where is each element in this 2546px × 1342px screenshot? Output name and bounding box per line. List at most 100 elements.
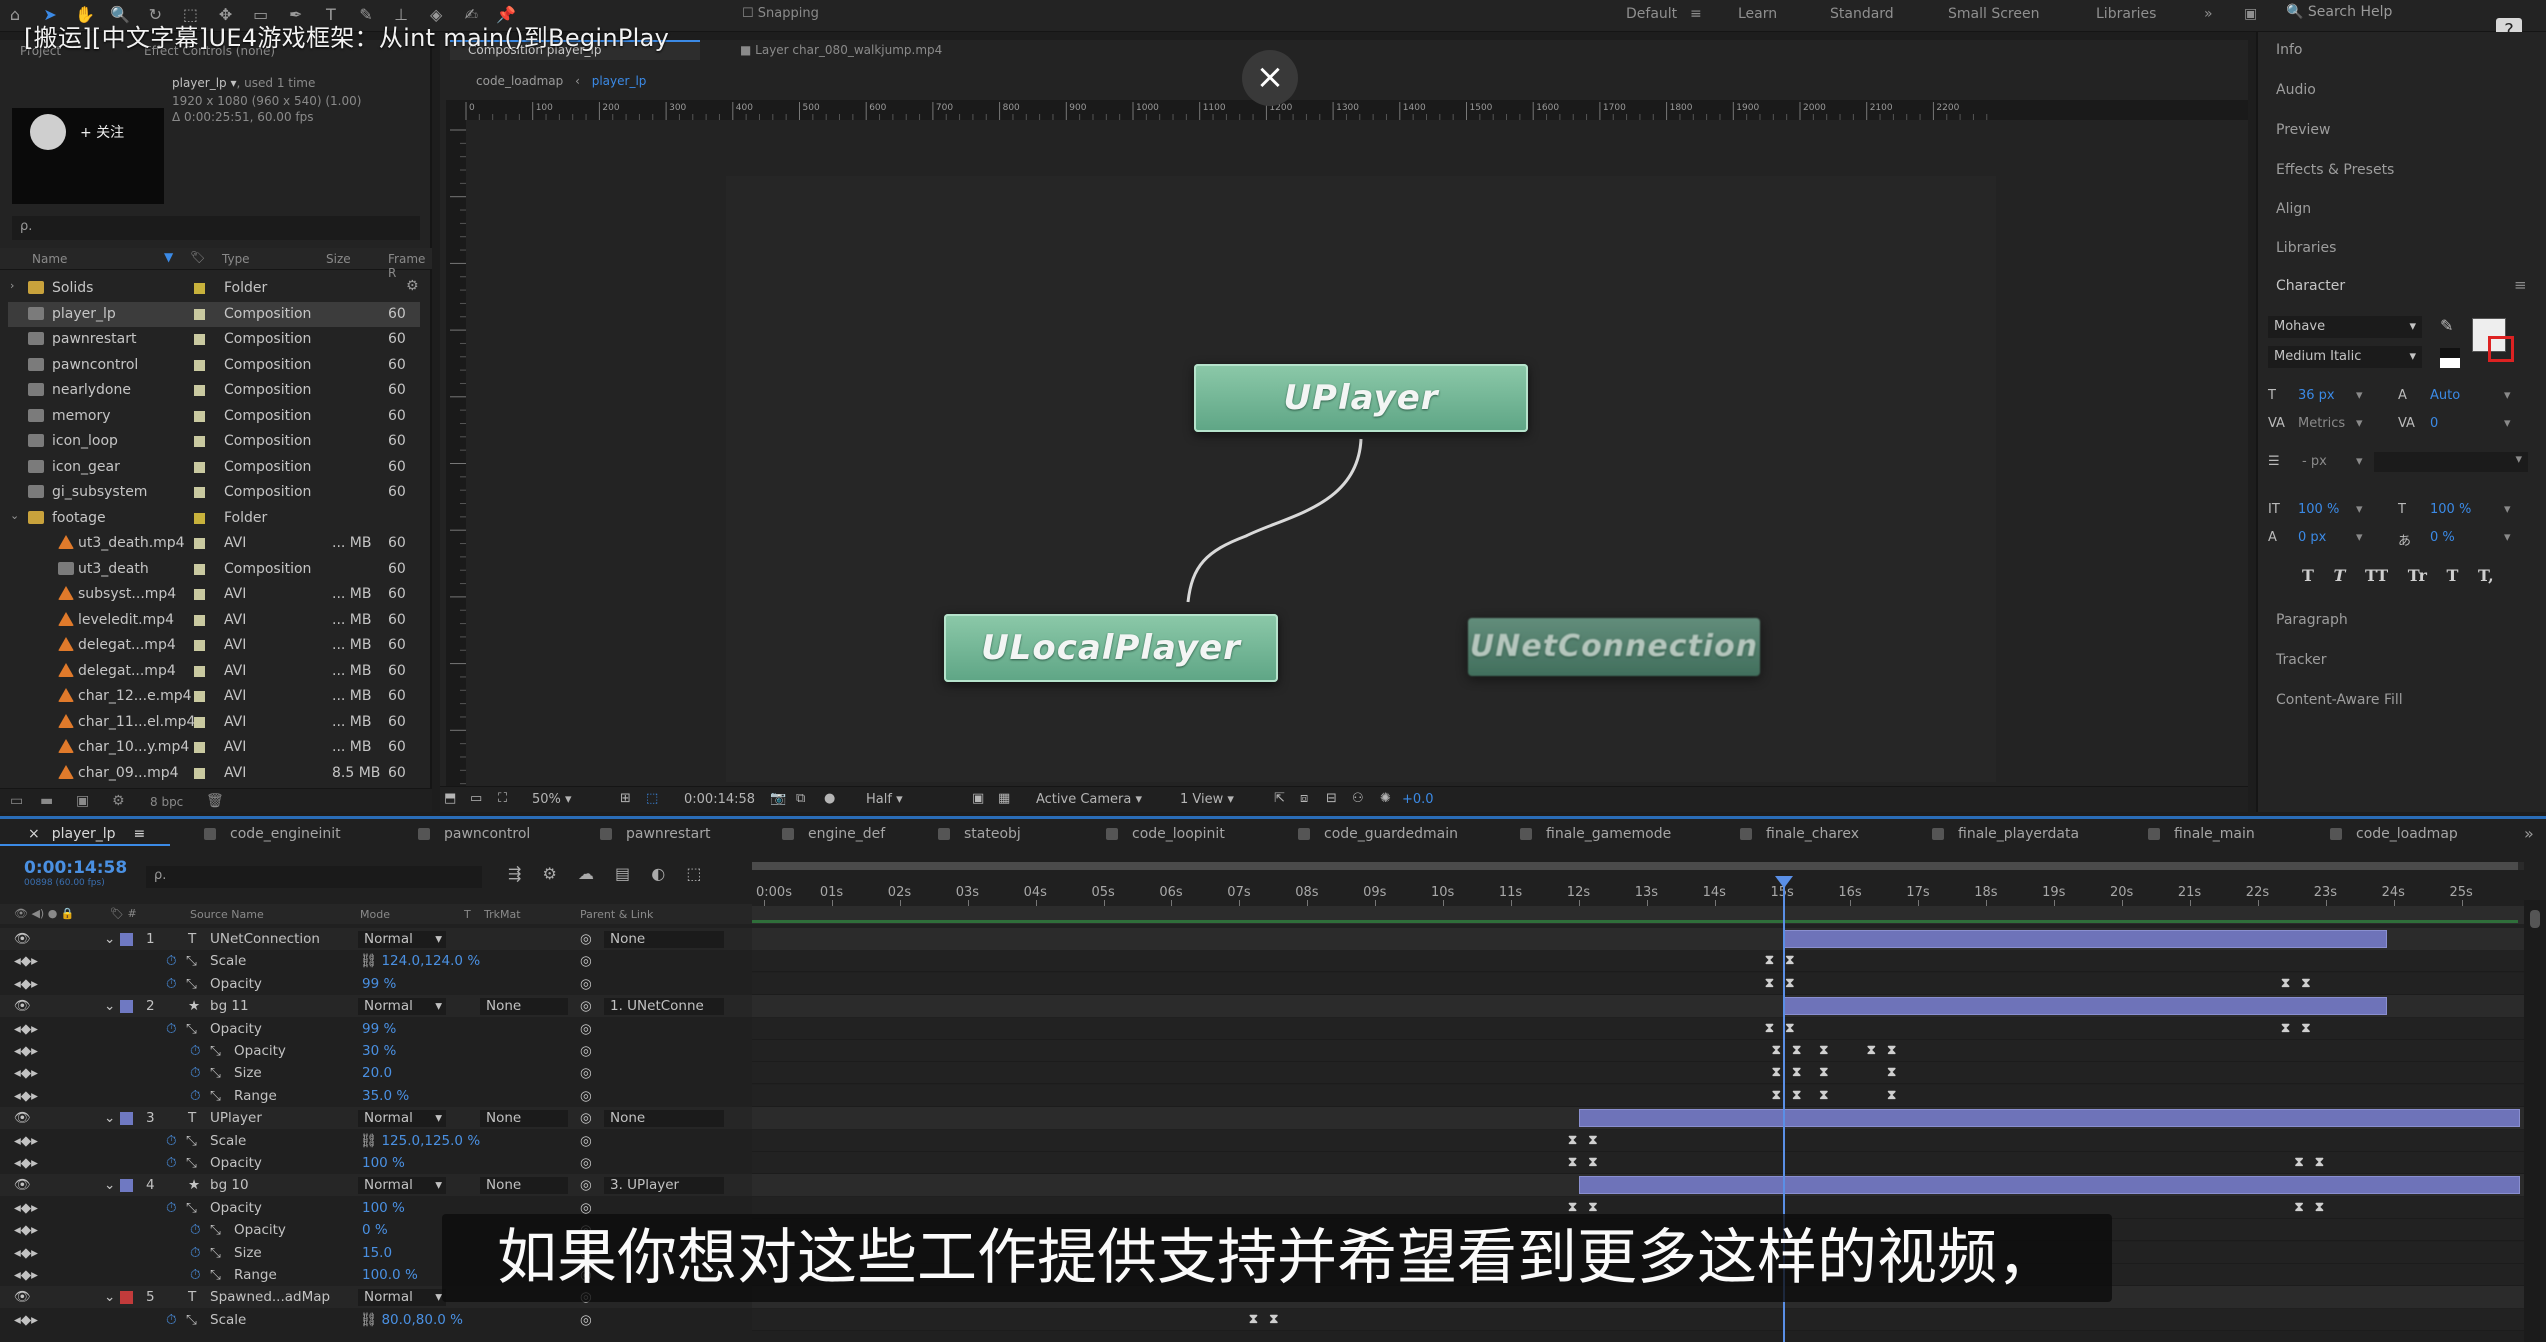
tab-code-loadmap[interactable]: code_loadmap <box>2330 826 2458 842</box>
stopwatch-icon[interactable]: ⏱ <box>166 1155 177 1171</box>
font-family-select[interactable]: Mohave ▾ <box>2268 316 2422 338</box>
project-item[interactable]: char_11...el.mp4 AVI ... MB 60 <box>8 710 420 735</box>
close-tab-icon[interactable]: × <box>28 826 40 842</box>
node-ulocalplayer[interactable]: ULocalPlayer <box>944 614 1278 682</box>
blend-mode-select[interactable]: Normal ▾ <box>358 998 446 1016</box>
layer-duration-bar[interactable] <box>1578 1176 2520 1195</box>
project-item[interactable]: › Solids Folder <box>8 276 420 301</box>
layer-name[interactable]: UPlayer <box>210 1110 262 1126</box>
graph-toggle-icon[interactable]: ⤡ <box>186 1200 197 1216</box>
timeline-timecode[interactable]: 0:00:14:58 <box>24 858 127 878</box>
col-name[interactable]: Name <box>32 252 67 266</box>
layer-label-swatch[interactable] <box>120 933 133 946</box>
project-item[interactable]: gi_subsystem Composition 60 <box>8 480 420 505</box>
keyframe[interactable]: ⧗ <box>1785 953 1794 968</box>
panel-tracker[interactable]: Tracker <box>2276 652 2327 668</box>
parent-pickwhip-icon[interactable]: ◎ <box>580 931 592 947</box>
label-color-swatch[interactable] <box>194 512 205 524</box>
keyframe[interactable]: ⧗ <box>1867 1043 1876 1058</box>
keyframe[interactable]: ⧗ <box>1568 1200 1577 1215</box>
frame-blending-icon[interactable]: ▤ <box>615 864 630 883</box>
property-value[interactable]: 100 % <box>362 1155 405 1171</box>
project-item[interactable]: char_09...mp4 AVI 8.5 MB 60 <box>8 761 420 786</box>
layer-duration-bar[interactable] <box>1578 1109 2520 1128</box>
graph-toggle-icon[interactable]: ⤡ <box>210 1043 221 1059</box>
fast-preview-icon[interactable]: ⧈ <box>1300 791 1308 806</box>
toggle-pixel-aspect-icon[interactable]: ⇱ <box>1274 791 1285 806</box>
keyframe[interactable]: ⧗ <box>1765 953 1774 968</box>
property-value[interactable]: ⛓ 124.0,124.0 % <box>360 953 480 969</box>
label-color-swatch[interactable] <box>194 716 205 728</box>
font-size-value[interactable]: 36 px <box>2298 388 2335 403</box>
home-icon[interactable]: ⌂ <box>4 5 26 27</box>
label-color-swatch[interactable] <box>194 640 205 651</box>
graph-toggle-icon[interactable]: ⤡ <box>210 1245 221 1261</box>
stroke-type-select[interactable]: ▾ <box>2374 452 2528 472</box>
preview-timecode[interactable]: 0:00:14:58 <box>684 792 755 807</box>
col-size[interactable]: Size <box>326 252 351 266</box>
keyframe[interactable]: ⧗ <box>2301 1021 2310 1036</box>
keyframe[interactable]: ⧗ <box>1887 1043 1896 1058</box>
graph-toggle-icon[interactable]: ⤡ <box>186 953 197 969</box>
keyframe[interactable]: ⧗ <box>2281 976 2290 991</box>
eyedropper-icon[interactable]: ✎ <box>2440 316 2453 335</box>
tab-layer[interactable]: ■ Layer char_080_walkjump.mp4 <box>740 43 942 57</box>
graph-toggle-icon[interactable]: ⤡ <box>186 976 197 992</box>
keyframe-nav-icon[interactable]: ◂◆▸ <box>14 1043 38 1059</box>
stopwatch-icon[interactable]: ⏱ <box>166 1200 177 1216</box>
visibility-eye-icon[interactable]: 👁 <box>14 998 31 1014</box>
node-unetconnection[interactable]: UNetConnection <box>1468 618 1760 676</box>
keyframe[interactable]: ⧗ <box>2295 1155 2304 1170</box>
graph-toggle-icon[interactable]: ⤡ <box>210 1222 221 1238</box>
view-layout-dropdown[interactable]: 1 View ▾ <box>1180 792 1234 807</box>
stopwatch-icon[interactable]: ⏱ <box>166 1312 177 1328</box>
keyframe[interactable]: ⧗ <box>2281 1021 2290 1036</box>
panel-libraries[interactable]: Libraries <box>2276 240 2336 256</box>
tab-finale-playerdata[interactable]: finale_playerdata <box>1932 826 2079 842</box>
panel-paragraph[interactable]: Paragraph <box>2276 612 2348 628</box>
property-row[interactable]: ◂◆▸ ⏱ ⤡ Opacity 30 % ◎ <box>0 1040 752 1062</box>
leading-value[interactable]: Auto <box>2430 388 2460 403</box>
expand-layer-icon[interactable]: ⌄ <box>104 931 115 947</box>
property-row[interactable]: ◂◆▸ ⏱ ⤡ Size 20.0 ◎ <box>0 1062 752 1084</box>
more-tabs-icon[interactable]: » <box>2524 824 2534 843</box>
expression-pickwhip-icon[interactable]: ◎ <box>580 953 592 969</box>
blend-mode-select[interactable]: Normal ▾ <box>358 931 446 948</box>
expression-pickwhip-icon[interactable]: ◎ <box>580 1021 592 1037</box>
expand-layer-icon[interactable]: ⌄ <box>104 998 115 1014</box>
label-color-swatch[interactable] <box>194 665 205 677</box>
expand-layer-icon[interactable]: ⌄ <box>104 1110 115 1126</box>
project-item[interactable]: subsyst...mp4 AVI ... MB 60 <box>8 582 420 607</box>
small-caps-button[interactable]: Tr <box>2408 566 2427 585</box>
stopwatch-icon[interactable]: ⏱ <box>166 953 177 969</box>
keyframe[interactable]: ⧗ <box>1568 1155 1577 1170</box>
constrain-proportions-icon[interactable]: ⛓ <box>360 1312 377 1328</box>
stopwatch-icon[interactable]: ⏱ <box>190 1065 201 1081</box>
project-item[interactable]: pawncontrol Composition 60 <box>8 353 420 378</box>
keyframe-nav-icon[interactable]: ◂◆▸ <box>14 1245 38 1261</box>
property-value[interactable]: 99 % <box>362 1021 396 1037</box>
property-row[interactable]: ◂◆▸ ⏱ ⤡ Scale ⛓ 125.0,125.0 % ◎ <box>0 1130 752 1152</box>
col-parent[interactable]: Parent & Link <box>580 908 653 921</box>
tracking-value[interactable]: 0 <box>2430 416 2438 431</box>
graph-toggle-icon[interactable]: ⤡ <box>210 1065 221 1081</box>
track-matte-select[interactable]: None <box>480 998 568 1016</box>
bit-depth-label[interactable]: 8 bpc <box>150 795 183 809</box>
flowchart-icon[interactable]: ⚙ <box>406 278 422 294</box>
interpret-footage-icon[interactable]: ▭ <box>10 793 23 809</box>
leading-dropdown-icon[interactable]: ▾ <box>2504 388 2511 403</box>
project-item[interactable]: icon_loop Composition 60 <box>8 429 420 454</box>
layer-row[interactable]: 👁 ⌄ 3 T UPlayer Normal ▾ None ◎ None <box>0 1107 752 1130</box>
tab-player-lp[interactable]: × player_lp ≡ <box>28 826 145 842</box>
property-row[interactable]: ◂◆▸ ⏱ ⤡ Scale ⛓ 80.0,80.0 % ◎ <box>0 1309 752 1331</box>
keyframe[interactable]: ⧗ <box>2295 1200 2304 1215</box>
keyframe[interactable]: ⧗ <box>1772 1043 1781 1058</box>
kerning-dropdown-icon[interactable]: ▾ <box>2356 416 2363 431</box>
project-item[interactable]: ut3_death.mp4 AVI ... MB 60 <box>8 531 420 556</box>
layer-row[interactable]: 👁 ⌄ 2 ★ bg 11 Normal ▾ None ◎ 1. UNetConne <box>0 995 752 1018</box>
layer-duration-bar[interactable] <box>1782 930 2387 948</box>
keyframe[interactable]: ⧗ <box>2301 976 2310 991</box>
keyframe[interactable]: ⧗ <box>1792 1088 1801 1103</box>
project-item[interactable]: nearlydone Composition 60 <box>8 378 420 403</box>
keyframe[interactable]: ⧗ <box>1819 1088 1828 1103</box>
